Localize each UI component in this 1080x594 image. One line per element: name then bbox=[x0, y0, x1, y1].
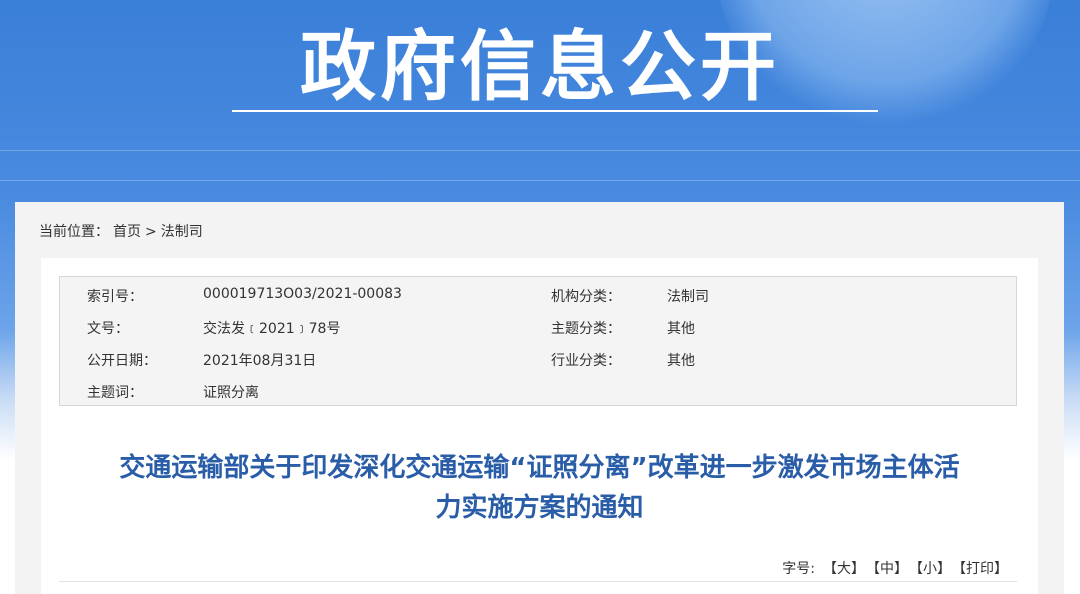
organization-category-label: 机构分类： bbox=[551, 289, 621, 305]
metadata-row: 主题词： 证照分离 bbox=[60, 373, 1016, 405]
print-button[interactable]: 【打印】 bbox=[959, 561, 1008, 577]
organization-category-value: 法制司 bbox=[667, 289, 709, 305]
publish-date-label: 公开日期： bbox=[87, 353, 157, 369]
index-number-value: 000019713O03/2021-00083 bbox=[203, 286, 402, 302]
banner-underline bbox=[232, 110, 878, 112]
font-size-large-button[interactable]: 【大】 bbox=[823, 561, 865, 577]
breadcrumb-separator: > bbox=[145, 224, 157, 240]
industry-category-label: 行业分类： bbox=[551, 353, 621, 369]
document-number-value: 交法发﹝2021﹞78号 bbox=[203, 321, 341, 337]
document-panel: 索引号： 000019713O03/2021-00083 机构分类： 法制司 文… bbox=[41, 258, 1038, 594]
font-size-small-button[interactable]: 【小】 bbox=[916, 561, 951, 577]
breadcrumb-home-link[interactable]: 首页 bbox=[113, 224, 141, 240]
breadcrumb: 当前位置： 首页 > 法制司 bbox=[39, 221, 207, 241]
industry-category-value: 其他 bbox=[667, 353, 695, 369]
document-title: 交通运输部关于印发深化交通运输“证照分离”改革进一步激发市场主体活 力实施方案的… bbox=[41, 448, 1038, 528]
topic-category-value: 其他 bbox=[667, 321, 695, 337]
font-size-label: 字号: bbox=[782, 561, 815, 577]
breadcrumb-prefix: 当前位置： bbox=[39, 224, 109, 240]
publish-date-value: 2021年08月31日 bbox=[203, 353, 317, 369]
index-number-label: 索引号： bbox=[87, 289, 143, 305]
banner-title: 政府信息公开 bbox=[300, 22, 780, 111]
header-banner: 政府信息公开 bbox=[0, 0, 1080, 205]
breadcrumb-current-link[interactable]: 法制司 bbox=[161, 224, 203, 240]
metadata-row: 索引号： 000019713O03/2021-00083 机构分类： 法制司 bbox=[60, 277, 1016, 309]
keywords-value: 证照分离 bbox=[203, 385, 259, 401]
metadata-table: 索引号： 000019713O03/2021-00083 机构分类： 法制司 文… bbox=[59, 276, 1017, 406]
font-size-medium-button[interactable]: 【中】 bbox=[873, 561, 908, 577]
divider bbox=[59, 581, 1017, 582]
document-title-line1: 交通运输部关于印发深化交通运输“证照分离”改革进一步激发市场主体活 bbox=[119, 453, 960, 483]
keywords-label: 主题词： bbox=[87, 385, 143, 401]
content-card: 当前位置： 首页 > 法制司 索引号： 000019713O03/2021-00083… bbox=[15, 202, 1064, 594]
document-title-line2: 力实施方案的通知 bbox=[435, 493, 644, 523]
font-size-controls: 字号: 【大】 【中】 【小】 【打印】 bbox=[782, 558, 1008, 578]
decorative-line bbox=[0, 180, 1080, 181]
topic-category-label: 主题分类： bbox=[551, 321, 621, 337]
decorative-line bbox=[0, 150, 1080, 151]
metadata-row: 文号： 交法发﹝2021﹞78号 主题分类： 其他 bbox=[60, 309, 1016, 341]
metadata-row: 公开日期： 2021年08月31日 行业分类： 其他 bbox=[60, 341, 1016, 373]
document-number-label: 文号： bbox=[87, 321, 129, 337]
